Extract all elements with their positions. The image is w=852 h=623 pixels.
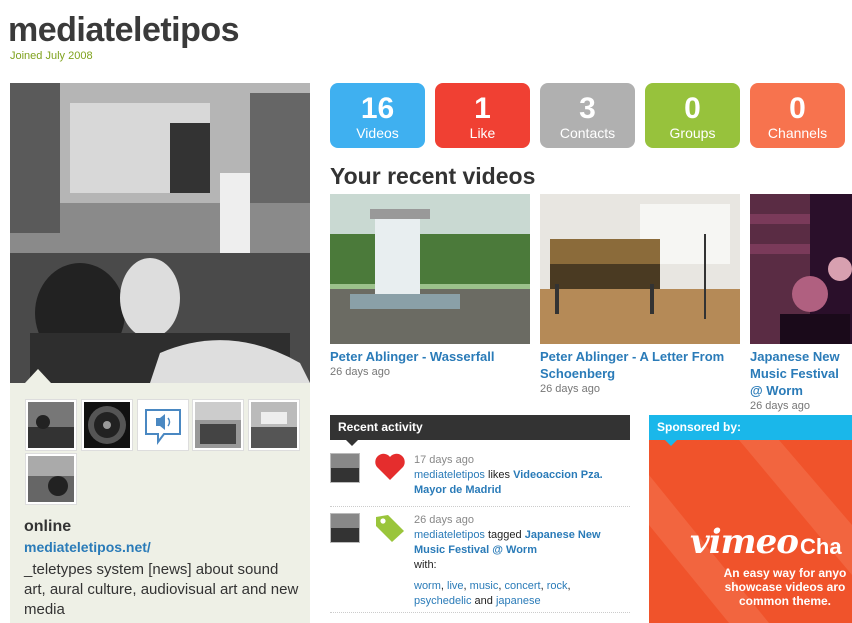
videos-count: 16 xyxy=(360,92,395,125)
video-thumbnail[interactable] xyxy=(750,194,852,344)
activity-item: 17 days ago mediateletipos likes Videoac… xyxy=(330,453,630,503)
vimeo-logo: vimeo xyxy=(690,522,799,562)
channels-label: Channels xyxy=(767,125,828,141)
tag-link[interactable]: rock xyxy=(547,580,568,592)
avatar[interactable] xyxy=(330,453,360,483)
contacts-label: Contacts xyxy=(559,125,616,141)
videos-stat-button[interactable]: 16 Videos xyxy=(330,83,425,148)
video-card: Peter Ablinger - A Letter From Schoenber… xyxy=(540,194,740,395)
groups-count: 0 xyxy=(684,92,701,125)
username-heading: mediateletipos xyxy=(8,11,240,49)
profile-website-link[interactable]: mediateletipos.net/ xyxy=(24,539,151,555)
tag-icon xyxy=(374,513,406,546)
activity-time: 26 days ago xyxy=(414,514,474,526)
channels-count: 0 xyxy=(789,92,806,125)
groups-label: Groups xyxy=(669,125,716,141)
profile-thumb-6[interactable] xyxy=(25,453,77,505)
likes-label: Like xyxy=(469,125,496,141)
recent-activity-header: Recent activity xyxy=(330,415,630,440)
joined-date: Joined July 2008 xyxy=(10,50,93,62)
speaker-bubble-thumb[interactable] xyxy=(137,399,189,451)
likes-stat-button[interactable]: 1 Like xyxy=(435,83,530,148)
likes-count: 1 xyxy=(474,92,491,125)
activity-verb: tagged xyxy=(488,529,522,541)
profile-bio: _teletypes system [news] about sound art… xyxy=(24,561,299,618)
channels-stat-button[interactable]: 0 Channels xyxy=(750,83,845,148)
tag-link[interactable]: psychedelic xyxy=(414,595,471,607)
tag-link[interactable]: concert xyxy=(505,580,541,592)
video-card: Japanese New Music Festival @ Worm 26 da… xyxy=(750,194,852,412)
avatar[interactable] xyxy=(330,513,360,543)
heart-icon xyxy=(374,453,406,484)
online-status: online xyxy=(24,518,72,535)
activity-pointer xyxy=(346,440,358,446)
profile-thumb-1[interactable] xyxy=(25,399,77,451)
video-title[interactable]: Japanese New Music Festival @ Worm xyxy=(750,348,852,399)
video-title[interactable]: Peter Ablinger - Wasserfall xyxy=(330,348,530,365)
video-age: 26 days ago xyxy=(330,366,390,378)
contacts-stat-button[interactable]: 3 Contacts xyxy=(540,83,635,148)
tag-list: worm, live, music, concert, rock, psyche… xyxy=(414,580,571,607)
video-card: Peter Ablinger - Wasserfall 26 days ago xyxy=(330,194,530,378)
activity-user-link[interactable]: mediateletipos xyxy=(414,529,485,541)
video-age: 26 days ago xyxy=(750,400,810,412)
video-age: 26 days ago xyxy=(540,383,600,395)
video-thumbnail[interactable] xyxy=(540,194,740,344)
profile-photo xyxy=(10,83,310,383)
activity-divider xyxy=(330,612,630,613)
groups-stat-button[interactable]: 0 Groups xyxy=(645,83,740,148)
videos-label: Videos xyxy=(356,125,399,141)
recent-videos-title: Your recent videos xyxy=(330,163,536,189)
activity-with: with: xyxy=(414,559,437,571)
activity-user-link[interactable]: mediateletipos xyxy=(414,469,485,481)
tag-link[interactable]: live xyxy=(447,580,464,592)
video-title[interactable]: Peter Ablinger - A Letter From Schoenber… xyxy=(540,348,740,382)
sponsor-copy: An easy way for anyo showcase videos aro… xyxy=(723,566,847,608)
activity-item: 26 days ago mediateletipos tagged Japane… xyxy=(330,513,630,609)
sponsor-headline: Cha xyxy=(800,534,842,559)
video-thumbnail[interactable] xyxy=(330,194,530,344)
profile-thumb-5[interactable] xyxy=(248,399,300,451)
activity-verb: likes xyxy=(488,469,511,481)
activity-divider xyxy=(330,506,630,507)
profile-thumb-2[interactable] xyxy=(81,399,133,451)
tag-link[interactable]: japanese xyxy=(496,595,541,607)
activity-time: 17 days ago xyxy=(414,454,474,466)
sponsor-header: Sponsored by: xyxy=(649,415,852,440)
sponsor-pointer xyxy=(665,440,677,446)
contacts-count: 3 xyxy=(579,92,596,125)
tag-link[interactable]: music xyxy=(470,580,499,592)
tag-link[interactable]: worm xyxy=(414,580,441,592)
tag-conjunction: and xyxy=(474,595,493,607)
photo-pointer xyxy=(25,369,51,383)
profile-thumb-4[interactable] xyxy=(192,399,244,451)
